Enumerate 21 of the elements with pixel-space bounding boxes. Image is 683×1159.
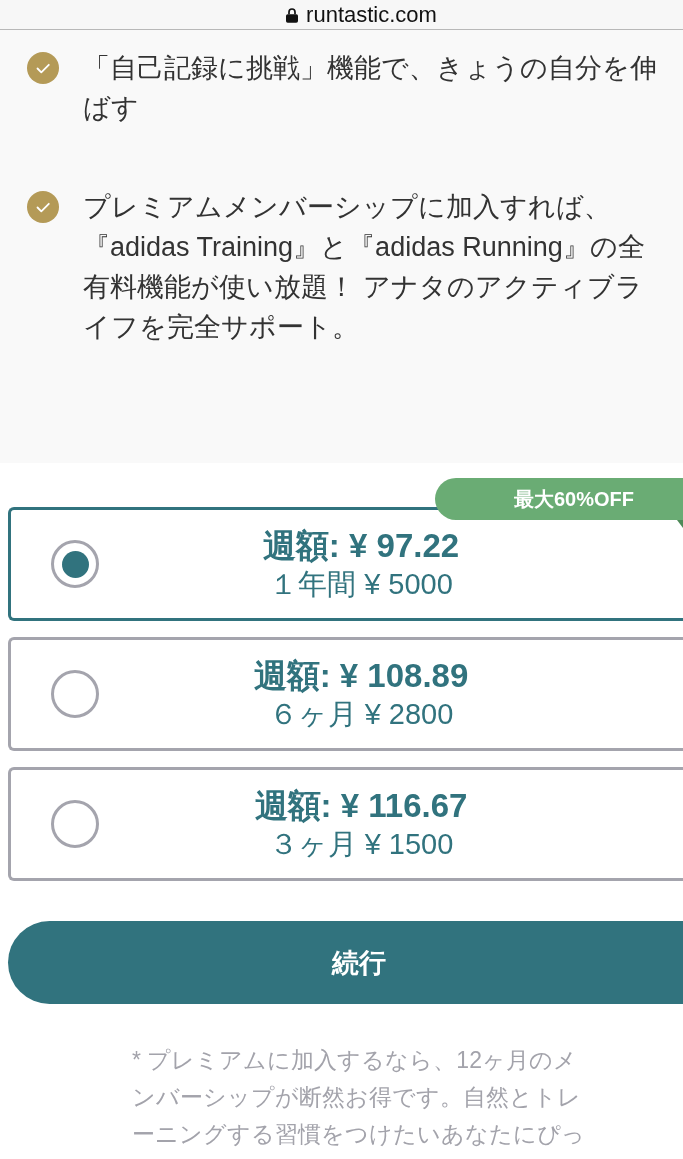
footnote-text: * プレミアムに加入するなら、12ヶ月のメンバーシップが断然お得です。自然とトレーニングする習慣をつけたいあなたにぴっ — [132, 1046, 586, 1149]
feature-text: 「自己記録に挑戦」機能で、きょうの自分を伸ばす — [83, 52, 658, 125]
check-icon — [27, 52, 59, 84]
radio-button[interactable] — [51, 800, 99, 848]
lock-icon — [286, 6, 299, 23]
plan-option[interactable]: 週額: ¥ 116.67 ３ヶ月 ¥ 1500 — [8, 767, 683, 881]
ribbon-fold-icon — [677, 520, 683, 528]
discount-badge: 最大60%OFF — [435, 478, 683, 520]
feature-text: プレミアムメンバーシップに加入すれば、『adidas Training』と『adidas Running』の全有料機能が使い放題！ アナタのアクティブライフを完全サポート。 — [83, 191, 646, 344]
continue-button[interactable]: 続行 — [8, 921, 683, 1004]
url-text: runtastic.com — [306, 1, 437, 28]
check-icon — [27, 191, 59, 223]
radio-button[interactable] — [51, 670, 99, 718]
weekly-price: 週額: ¥ 108.89 — [252, 656, 470, 696]
plan-price: ３ヶ月 ¥ 1500 — [267, 827, 455, 862]
weekly-price: 週額: ¥ 116.67 — [253, 786, 469, 826]
plan-option[interactable]: 週額: ¥ 108.89 ６ヶ月 ¥ 2800 — [8, 637, 683, 751]
plan-price: ６ヶ月 ¥ 2800 — [267, 697, 455, 732]
plan-price: １年間 ¥ 5000 — [268, 567, 454, 602]
weekly-price: 週額: ¥ 97.22 — [261, 526, 461, 566]
radio-button[interactable] — [51, 540, 99, 588]
